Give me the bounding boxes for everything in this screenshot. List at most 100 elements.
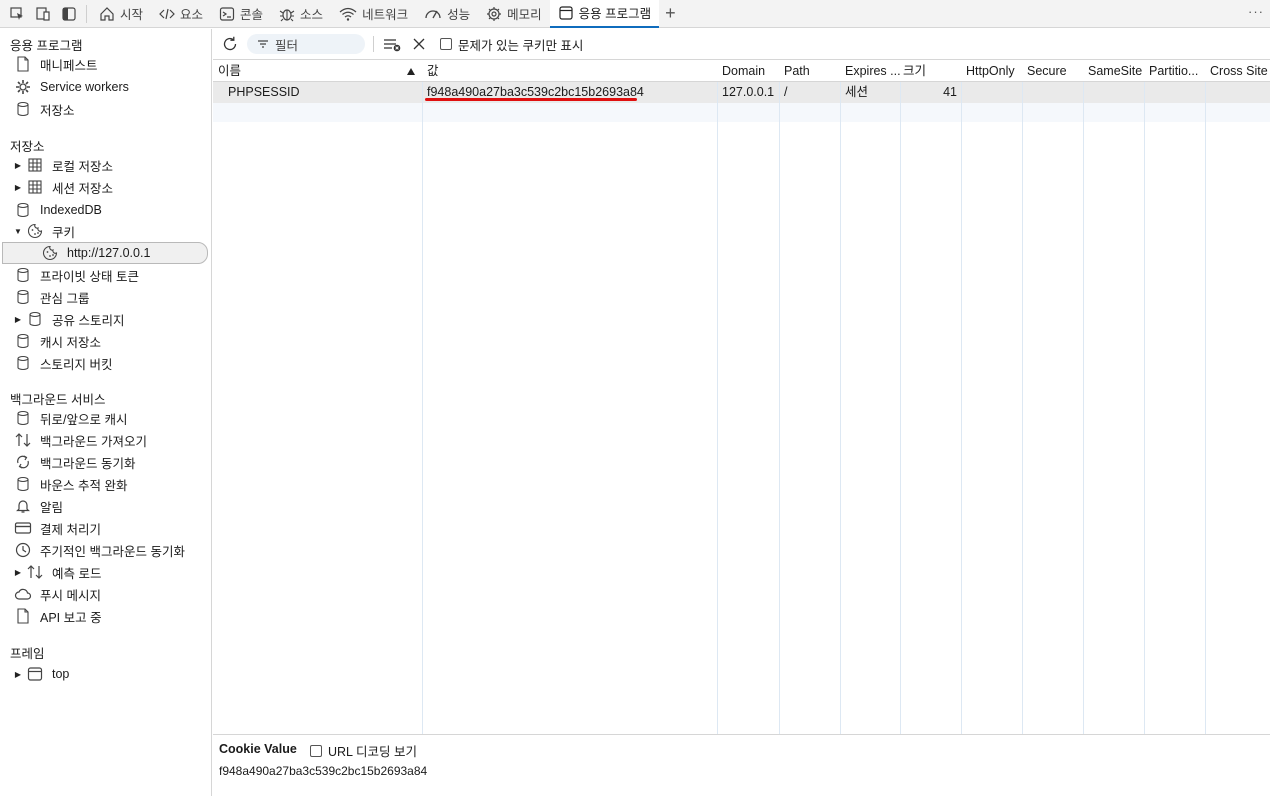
column-divider bbox=[840, 61, 841, 734]
column-header-partition-key[interactable]: Partitio... bbox=[1144, 61, 1205, 82]
filter-placeholder: 필터 bbox=[275, 38, 299, 53]
database-icon bbox=[14, 266, 32, 284]
sidebar-item-bfcache[interactable]: 뒤로/앞으로 캐시 bbox=[0, 407, 208, 429]
tab-label: 시작 bbox=[120, 8, 144, 22]
clear-filtered-icon[interactable] bbox=[382, 36, 402, 52]
sidebar-item-label: IndexedDB bbox=[40, 203, 102, 217]
tab-label: 소스 bbox=[300, 8, 324, 22]
checkbox-box[interactable] bbox=[310, 744, 322, 757]
column-header-domain[interactable]: Domain bbox=[717, 61, 779, 82]
toolbar-divider bbox=[373, 36, 374, 52]
section-title-frames: 프레임 bbox=[10, 647, 45, 661]
sidebar-item-payment-handler[interactable]: 결제 처리기 bbox=[0, 517, 208, 539]
sidebar-item-cookies[interactable]: ▼ 쿠키 bbox=[0, 220, 208, 242]
card-icon bbox=[14, 519, 32, 537]
sidebar-item-speculative-loads[interactable]: ▶ 예측 로드 bbox=[0, 561, 208, 583]
code-icon bbox=[159, 8, 175, 19]
sidebar-item-label: Service workers bbox=[40, 80, 129, 94]
expand-arrow-icon[interactable]: ▶ bbox=[12, 315, 24, 324]
column-divider bbox=[1144, 61, 1145, 734]
expand-arrow-icon[interactable]: ▶ bbox=[12, 183, 24, 192]
add-tab-button[interactable]: + bbox=[659, 0, 682, 27]
cookie-icon bbox=[41, 244, 59, 262]
only-issues-checkbox[interactable]: 문제가 있는 쿠키만 표시 bbox=[440, 35, 583, 54]
sidebar-item-bounce-tracking[interactable]: 바운스 추적 완화 bbox=[0, 473, 208, 495]
sidebar-item-frame-top[interactable]: ▶ top bbox=[0, 663, 208, 685]
url-decode-checkbox[interactable]: URL 디코딩 보기 bbox=[310, 741, 417, 760]
filter-icon bbox=[258, 40, 268, 48]
sidebar-item-background-fetch[interactable]: 백그라운드 가져오기 bbox=[0, 429, 208, 451]
checkbox-box[interactable] bbox=[440, 38, 452, 50]
column-divider bbox=[961, 61, 962, 734]
sidebar-item-storage-buckets[interactable]: 스토리지 버킷 bbox=[0, 352, 208, 374]
cookie-value-title: Cookie Value bbox=[219, 742, 297, 756]
tab-console[interactable]: 콘솔 bbox=[211, 0, 271, 27]
sidebar-item-background-sync[interactable]: 백그라운드 동기화 bbox=[0, 451, 208, 473]
inspect-element-icon[interactable] bbox=[4, 1, 30, 27]
sidebar-item-manifest[interactable]: 매니페스트 bbox=[0, 53, 208, 75]
cell-size[interactable]: 41 bbox=[900, 82, 957, 103]
sidebar-item-interest-groups[interactable]: 관심 그룹 bbox=[0, 286, 208, 308]
sidebar-item-label: top bbox=[52, 667, 70, 681]
collapse-arrow-icon[interactable]: ▼ bbox=[12, 227, 24, 236]
device-emulation-icon[interactable] bbox=[30, 1, 56, 27]
sidebar-item-label: 매니페스트 bbox=[40, 58, 98, 73]
column-header-expires[interactable]: Expires ... bbox=[840, 61, 900, 82]
expand-arrow-icon[interactable]: ▶ bbox=[12, 568, 24, 577]
tab-label: 네트워크 bbox=[362, 8, 409, 22]
clear-all-icon[interactable] bbox=[412, 37, 426, 51]
column-header-name[interactable]: 이름 bbox=[213, 61, 422, 82]
database-icon bbox=[14, 201, 32, 219]
sidebar-item-cache-storage[interactable]: 캐시 저장소 bbox=[0, 330, 208, 352]
column-divider bbox=[779, 61, 780, 734]
sidebar-item-label: API 보고 중 bbox=[40, 610, 102, 625]
sidebar-item-periodic-sync[interactable]: 주기적인 백그라운드 동기화 bbox=[0, 539, 208, 561]
more-options-button[interactable]: ··· bbox=[1248, 4, 1264, 19]
database-icon bbox=[14, 332, 32, 350]
expand-arrow-icon[interactable]: ▶ bbox=[12, 670, 24, 679]
cell-name[interactable]: PHPSESSID bbox=[223, 82, 422, 103]
grid-icon bbox=[26, 156, 44, 174]
tab-network[interactable]: 네트워크 bbox=[331, 0, 416, 27]
column-header-httponly[interactable]: HttpOnly bbox=[961, 61, 1022, 82]
column-header-size[interactable]: 크기 bbox=[900, 61, 961, 82]
sidebar-item-storage[interactable]: 저장소 bbox=[0, 98, 208, 120]
table-row-empty bbox=[213, 103, 1270, 122]
sidebar-item-reporting-api[interactable]: API 보고 중 bbox=[0, 605, 208, 627]
cloud-icon bbox=[14, 585, 32, 603]
sidebar-item-service-workers[interactable]: Service workers bbox=[0, 76, 208, 98]
tab-performance[interactable]: 성능 bbox=[416, 0, 478, 27]
column-header-value[interactable]: 값 bbox=[422, 61, 717, 82]
cookie-value-text[interactable]: f948a490a27ba3c539c2bc15b2693a84 bbox=[219, 764, 427, 778]
application-sidebar: 응용 프로그램 매니페스트 Service workers 저장소 저장소 ▶ … bbox=[0, 29, 212, 796]
column-header-secure[interactable]: Secure bbox=[1022, 61, 1083, 82]
column-header-path[interactable]: Path bbox=[779, 61, 840, 82]
tab-start[interactable]: 시작 bbox=[91, 0, 151, 27]
tab-memory[interactable]: 메모리 bbox=[478, 0, 550, 27]
sidebar-item-private-state-tokens[interactable]: 프라이빗 상태 토큰 bbox=[0, 264, 208, 286]
sidebar-item-session-storage[interactable]: ▶ 세션 저장소 bbox=[0, 176, 208, 198]
refresh-icon[interactable] bbox=[221, 35, 239, 53]
sidebar-item-shared-storage[interactable]: ▶ 공유 스토리지 bbox=[0, 308, 208, 330]
tab-label: 응용 프로그램 bbox=[578, 7, 652, 21]
sidebar-item-local-storage[interactable]: ▶ 로컬 저장소 bbox=[0, 154, 208, 176]
sidebar-item-indexeddb[interactable]: IndexedDB bbox=[0, 199, 208, 221]
expand-arrow-icon[interactable]: ▶ bbox=[12, 161, 24, 170]
cell-domain[interactable]: 127.0.0.1 bbox=[717, 82, 779, 103]
sidebar-item-label: 알림 bbox=[40, 500, 64, 515]
cell-expires[interactable]: 세션 bbox=[840, 82, 900, 103]
sidebar-item-cookie-origin[interactable]: http://127.0.0.1 bbox=[2, 242, 208, 264]
tab-elements[interactable]: 요소 bbox=[151, 0, 211, 27]
cell-path[interactable]: / bbox=[779, 82, 840, 103]
tab-application[interactable]: 응용 프로그램 bbox=[549, 0, 660, 28]
section-title-storage: 저장소 bbox=[10, 140, 45, 154]
database-icon bbox=[14, 475, 32, 493]
url-decode-label: URL 디코딩 보기 bbox=[328, 745, 417, 759]
sidebar-item-notifications[interactable]: 알림 bbox=[0, 495, 208, 517]
column-header-cross-site[interactable]: Cross Site bbox=[1205, 61, 1270, 82]
tab-sources[interactable]: 소스 bbox=[271, 0, 331, 27]
dock-side-icon[interactable] bbox=[56, 1, 82, 27]
filter-input[interactable]: 필터 bbox=[247, 34, 365, 54]
sidebar-item-push-messaging[interactable]: 푸시 메시지 bbox=[0, 583, 208, 605]
column-header-samesite[interactable]: SameSite bbox=[1083, 61, 1144, 82]
